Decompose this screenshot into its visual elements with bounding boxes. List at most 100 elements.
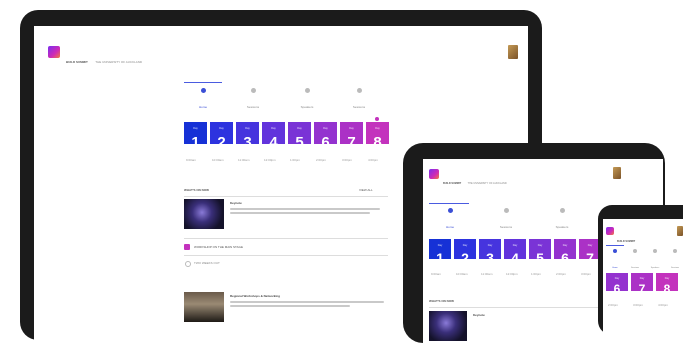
time-label: 12:00pm: [264, 158, 276, 162]
calendar-icon: [184, 244, 190, 250]
calendar-icon: [633, 249, 637, 253]
app-logo[interactable]: [48, 46, 60, 58]
list-item-text: WORKSHOP ON THE MAIN STAGE: [194, 245, 244, 249]
event-description-line: [230, 208, 380, 210]
time-label: 1:00pm: [531, 272, 542, 276]
people-icon: [559, 208, 565, 213]
divider: [184, 255, 388, 256]
tab-speakers[interactable]: Speakers: [547, 208, 577, 233]
day-6[interactable]: Day 6: [554, 239, 576, 265]
event-description-line: [230, 301, 384, 303]
time-label: 3:00pm: [633, 303, 644, 307]
day-3[interactable]: Day 3: [479, 239, 501, 265]
event-title: Keynote: [230, 201, 242, 205]
tab-sessions[interactable]: Sessions: [238, 88, 268, 113]
event-thumbnail: [184, 292, 224, 322]
day-selector: Day 1 Day 2 Day 3 Day 4 Day 5 Day 6 Day 7 Day 8: [184, 117, 389, 150]
event-title: Regional Workshops & Networking: [230, 294, 280, 298]
time-label: 10:00am: [212, 158, 224, 162]
time-label: 11:00am: [238, 158, 250, 162]
app-logo[interactable]: [429, 169, 439, 179]
tab-sessions[interactable]: Sessions: [491, 208, 521, 233]
divider: [429, 307, 619, 308]
app-title: BUILD SUMMIT: [66, 60, 88, 64]
home-icon: [447, 208, 453, 213]
avatar[interactable]: [613, 167, 621, 179]
time-label: 4:00pm: [658, 303, 669, 307]
clock-icon: [185, 261, 191, 267]
tab-favourites[interactable]: Sessions: [668, 249, 682, 273]
tab-home[interactable]: Home: [188, 88, 218, 113]
time-label: 11:00am: [481, 272, 493, 276]
time-label: 3:00pm: [342, 158, 353, 162]
time-label: 2:00pm: [608, 303, 619, 307]
app-subtitle: THE UNIVERSITY OF AUCKLAND: [467, 182, 507, 185]
people-icon: [653, 249, 657, 253]
day-6[interactable]: Day 6: [314, 122, 337, 150]
list-item[interactable]: WORKSHOP ON THE MAIN STAGE: [184, 244, 388, 252]
day-1[interactable]: Day 1: [429, 239, 451, 265]
tab-active-indicator: [184, 82, 222, 83]
tab-speakers[interactable]: Speakers: [648, 249, 662, 273]
event-description-line: [230, 305, 350, 307]
tab-active-indicator: [606, 245, 624, 246]
time-label: 3:00pm: [581, 272, 592, 276]
divider: [184, 238, 388, 239]
event-card[interactable]: Keynote: [429, 311, 619, 341]
event-card[interactable]: Keynote: [184, 199, 388, 233]
tab-speakers[interactable]: Speakers: [292, 88, 322, 113]
event-title: Keynote: [473, 313, 485, 317]
avatar[interactable]: [677, 226, 683, 236]
tab-bar: Home Sessions Speakers Sessions: [606, 245, 683, 269]
day-7[interactable]: Day 7: [631, 273, 653, 295]
selected-day-marker: [375, 117, 379, 121]
app-logo[interactable]: [606, 227, 614, 235]
day-2[interactable]: Day 2: [210, 122, 233, 150]
time-label: 12:00pm: [506, 272, 518, 276]
phone-screen: BUILD SUMMIT Home Sessions Speakers Sess…: [603, 219, 683, 335]
day-5[interactable]: Day 5: [288, 122, 311, 150]
day-5[interactable]: Day 5: [529, 239, 551, 265]
tab-bar: Home Sessions Speakers Sessions: [184, 82, 384, 109]
day-3[interactable]: Day 3: [236, 122, 259, 150]
app-title: BUILD SUMMIT: [443, 182, 462, 185]
tab-favourites[interactable]: Sessions: [344, 88, 374, 113]
calendar-icon: [250, 88, 256, 93]
avatar[interactable]: [508, 45, 518, 59]
day-8[interactable]: Day 8: [366, 122, 389, 150]
phone-frame: BUILD SUMMIT Home Sessions Speakers Sess…: [598, 205, 683, 335]
section-title: WHAT'S ON NOW: [429, 299, 454, 303]
time-label: 2:00pm: [556, 272, 567, 276]
list-item-text: TWO WEEKS OUT: [194, 261, 220, 265]
day-4[interactable]: Day 4: [262, 122, 285, 150]
list-item[interactable]: TWO WEEKS OUT: [184, 260, 388, 268]
time-label: 2:00pm: [316, 158, 327, 162]
time-label: 4:00pm: [368, 158, 379, 162]
time-label: 9:00am: [431, 272, 442, 276]
home-icon: [613, 249, 617, 253]
home-icon: [200, 88, 206, 93]
day-2[interactable]: Day 2: [454, 239, 476, 265]
app-title: BUILD SUMMIT: [617, 240, 636, 243]
tab-home[interactable]: Home: [435, 208, 465, 233]
calendar-icon: [503, 208, 509, 213]
event-thumbnail: [429, 311, 467, 341]
event-card[interactable]: Regional Workshops & Networking: [184, 290, 388, 330]
divider: [184, 196, 388, 197]
day-6[interactable]: Day 6: [606, 273, 628, 295]
day-1[interactable]: Day 1: [184, 122, 207, 150]
time-label: 10:00am: [456, 272, 468, 276]
tab-sessions[interactable]: Sessions: [628, 249, 642, 273]
day-7[interactable]: Day 7: [340, 122, 363, 150]
day-4[interactable]: Day 4: [504, 239, 526, 265]
star-icon: [673, 249, 677, 253]
event-description-line: [230, 212, 370, 214]
view-all-link[interactable]: VIEW ALL: [359, 188, 373, 192]
tab-home[interactable]: Home: [608, 249, 622, 273]
time-label: 1:00pm: [290, 158, 301, 162]
tab-active-indicator: [429, 203, 469, 204]
app-subtitle: THE UNIVERSITY OF AUCKLAND: [95, 60, 143, 64]
section-title: WHAT'S ON NOW: [184, 188, 209, 192]
star-icon: [356, 88, 362, 93]
day-8[interactable]: Day 8: [656, 273, 678, 295]
